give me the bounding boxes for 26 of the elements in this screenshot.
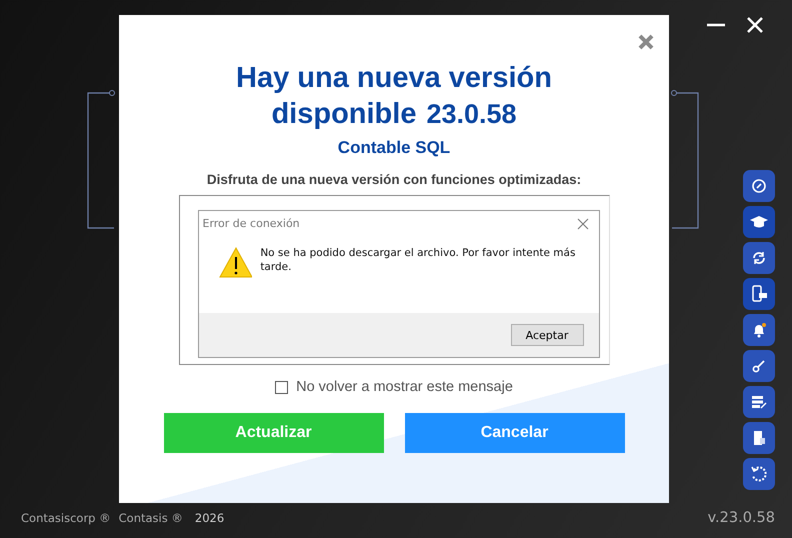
gauge-icon[interactable]: [743, 170, 775, 202]
graduation-cap-icon[interactable]: [743, 206, 775, 238]
warning-icon: [218, 246, 252, 278]
refresh-icon[interactable]: [743, 242, 775, 274]
dialog-title: disponible: [271, 97, 416, 132]
error-message: No se ha podido descargar el archivo. Por favor intente más tarde.: [260, 246, 576, 274]
accept-button[interactable]: Aceptar: [510, 324, 584, 346]
version-number: 23.0.58: [426, 98, 517, 131]
checkbox-label: No volver a mostrar este mensaje: [296, 379, 513, 395]
bell-icon[interactable]: [743, 314, 775, 346]
error-dialog-title: Error de conexión: [202, 217, 300, 230]
app-version: v.23.0.58: [708, 510, 775, 526]
key-icon[interactable]: [743, 350, 775, 382]
description-text: Disfruta de una nueva versión con funciones optimizadas:: [206, 172, 582, 187]
cancel-button[interactable]: Cancelar: [404, 413, 624, 453]
phone-card-icon[interactable]: [743, 278, 775, 310]
checkbox[interactable]: [275, 380, 288, 394]
update-button[interactable]: Actualizar: [164, 413, 384, 453]
restore-icon[interactable]: [743, 458, 775, 490]
database-icon[interactable]: [743, 386, 775, 418]
company-name: Contasiscorp ®: [21, 511, 111, 525]
document-icon[interactable]: [743, 422, 775, 454]
product-name: Contable SQL: [338, 138, 450, 158]
brand-name: Contasis ®: [118, 511, 183, 525]
dialog-title: Hay una nueva versión: [236, 61, 552, 96]
year-text: 2026: [194, 511, 224, 525]
